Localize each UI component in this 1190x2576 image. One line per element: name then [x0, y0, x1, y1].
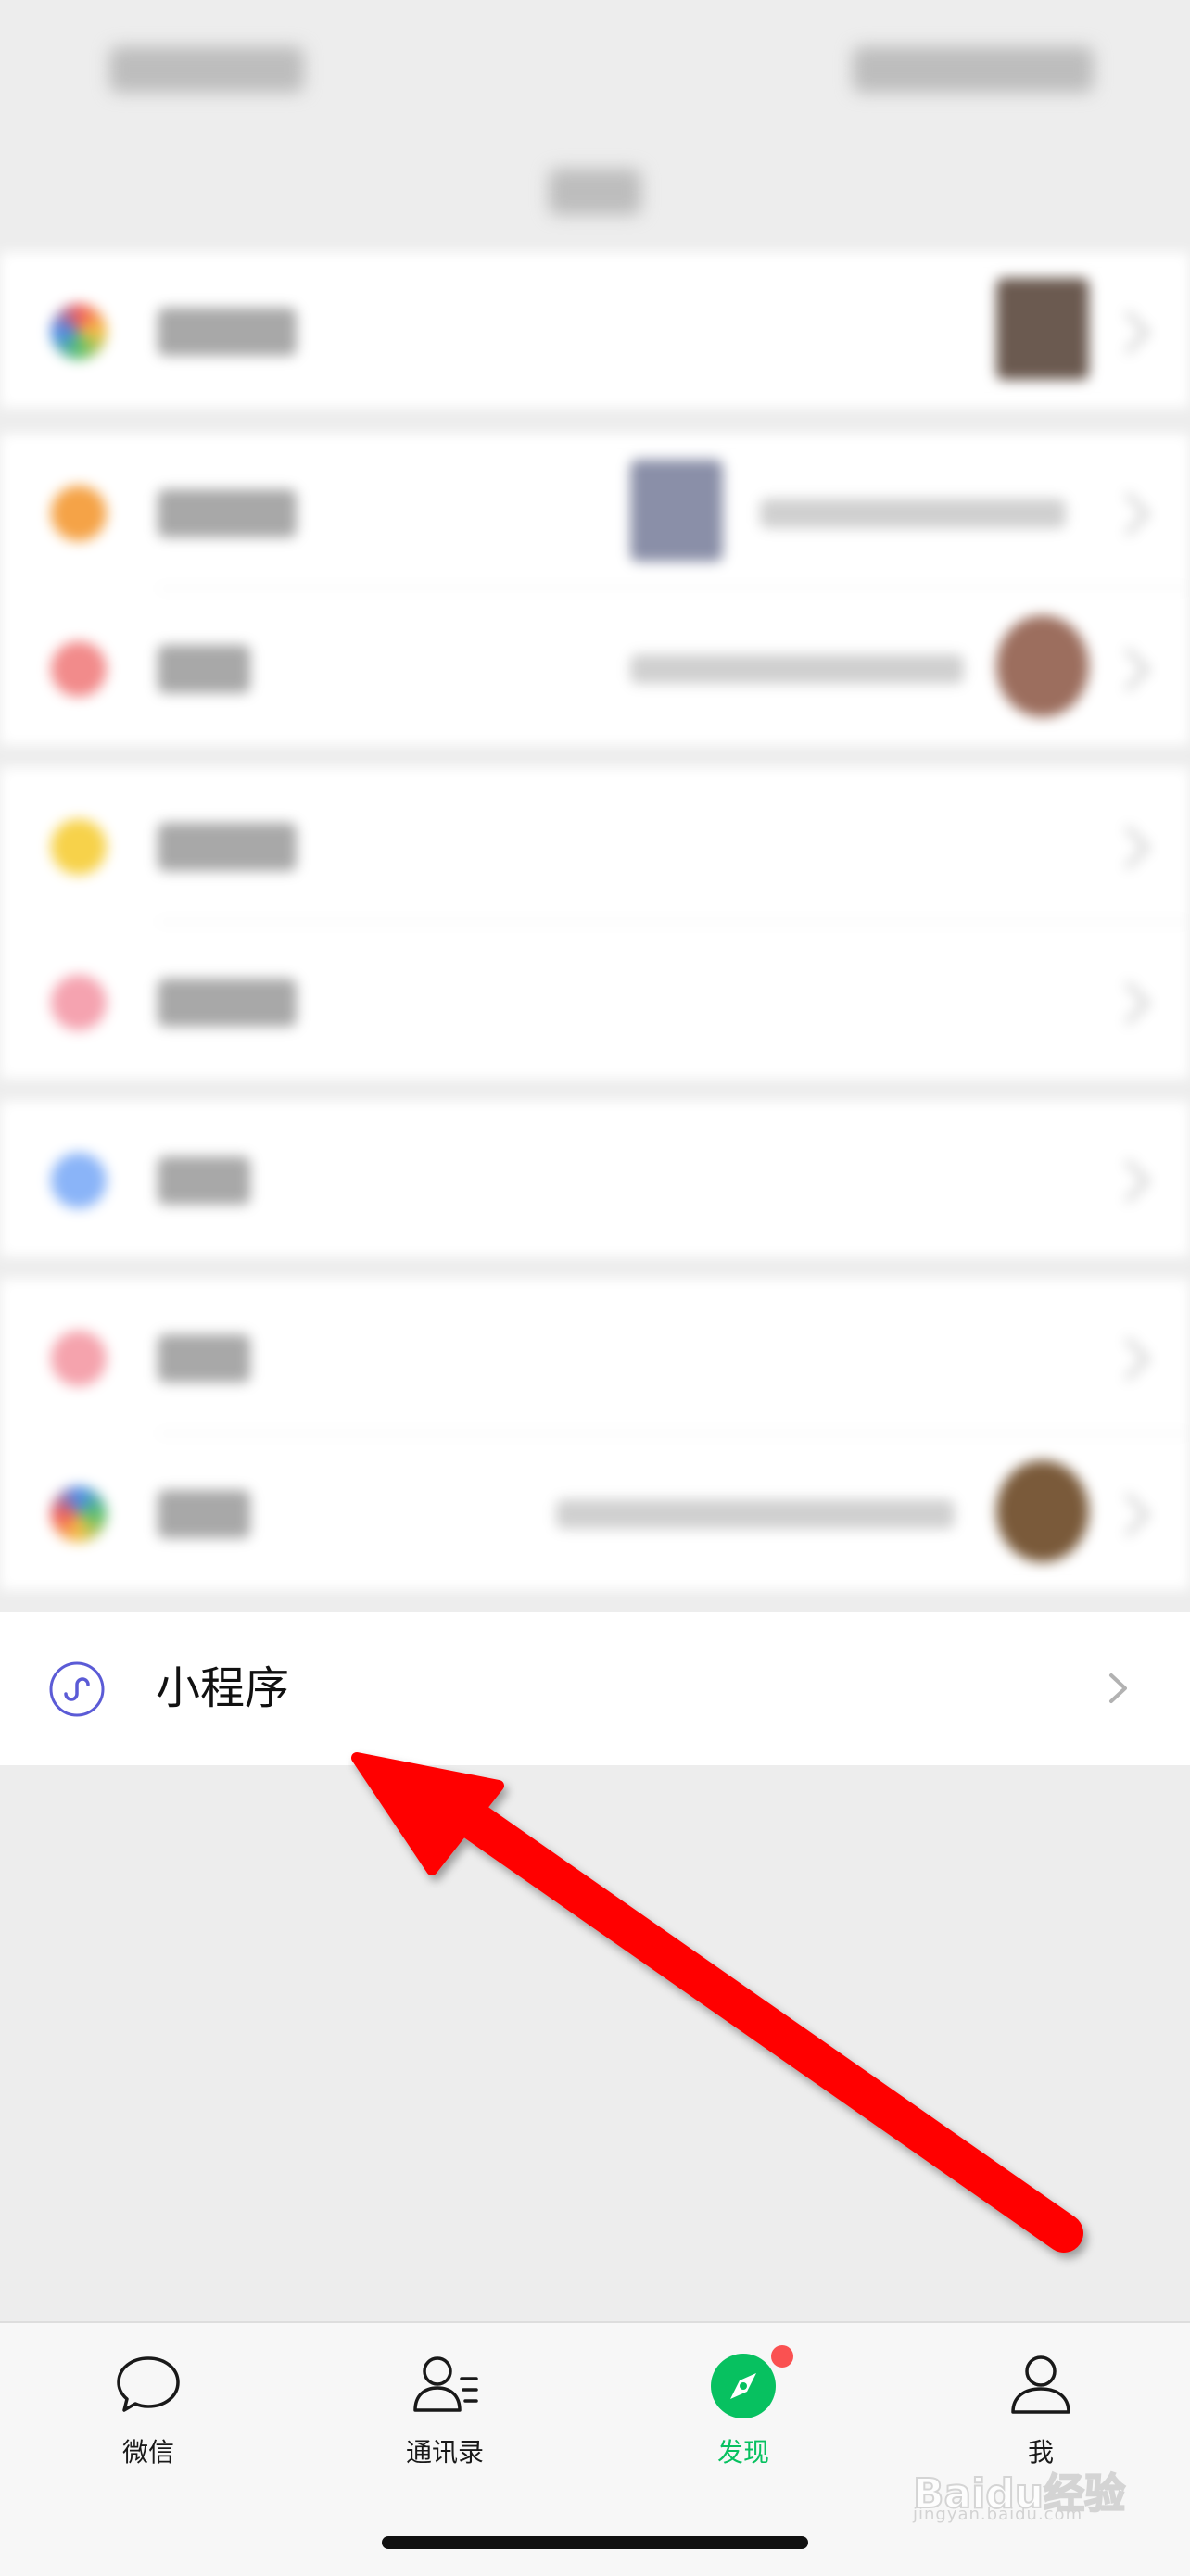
- tab-label: 发现: [716, 2437, 769, 2468]
- list-item-thumbnail: [996, 615, 1089, 717]
- list-group: [0, 767, 1190, 1079]
- status-time-blurred: [109, 46, 304, 93]
- channels-icon: [51, 486, 107, 541]
- chevron-right-icon: [1107, 1337, 1150, 1381]
- tab-contacts[interactable]: 通讯录: [352, 2351, 538, 2490]
- mini-programs-label: 小程序: [156, 1662, 290, 1714]
- mini-program-icon: [48, 1661, 106, 1718]
- chevron-right-icon: [1107, 648, 1150, 691]
- status-bar: [0, 0, 1190, 139]
- list-item-thumbnail: [630, 460, 723, 562]
- nav-title-blurred: [0, 158, 1190, 232]
- tab-discover[interactable]: 发现: [651, 2345, 836, 2490]
- list-item-label-blurred: [158, 1334, 250, 1383]
- list-item[interactable]: [0, 1101, 1190, 1256]
- tab-chats[interactable]: 微信: [56, 2351, 241, 2490]
- chevron-right-icon: [1107, 981, 1150, 1025]
- list-item[interactable]: [0, 252, 1190, 408]
- shake-icon: [51, 975, 107, 1030]
- list-item[interactable]: [0, 1434, 1190, 1590]
- chevron-right-icon: [1107, 492, 1150, 536]
- list-item[interactable]: [0, 589, 1190, 745]
- baidu-jingyan-watermark: Baidu经验 jingyan.baidu.com: [912, 2460, 1135, 2525]
- list-item-label-blurred: [158, 489, 297, 537]
- home-indicator[interactable]: [382, 2536, 808, 2549]
- chevron-right-icon: [1107, 826, 1150, 869]
- contacts-icon: [410, 2351, 480, 2421]
- watermark-url: jingyan.baidu.com: [913, 2505, 1083, 2524]
- tab-label: 微信: [121, 2437, 174, 2468]
- chevron-right-icon: [1099, 1670, 1136, 1707]
- top-stories-icon: [51, 1153, 107, 1208]
- list-group: [0, 252, 1190, 408]
- moments-icon: [51, 304, 107, 360]
- chevron-right-icon: [1107, 1159, 1150, 1203]
- games-icon: [51, 1486, 107, 1542]
- list-item-label-blurred: [158, 645, 250, 693]
- list-item-text-blurred: [760, 499, 1066, 528]
- red-arrow-annotation: [351, 1752, 1083, 2253]
- list-item-thumbnail: [996, 278, 1089, 380]
- list-group: [0, 434, 1190, 745]
- list-item-label-blurred: [158, 308, 297, 356]
- chevron-right-icon: [1107, 1493, 1150, 1536]
- list-item[interactable]: [0, 434, 1190, 589]
- chat-bubble-icon: [113, 2351, 184, 2421]
- list-item-thumbnail: [996, 1460, 1089, 1562]
- list-item-label-blurred: [158, 823, 297, 871]
- status-icons-blurred: [853, 46, 1094, 93]
- live-icon: [51, 641, 107, 697]
- list-item[interactable]: [0, 1279, 1190, 1434]
- list-item-text-blurred: [630, 654, 964, 684]
- blurred-discover-list: [0, 252, 1190, 1590]
- list-item[interactable]: [0, 923, 1190, 1079]
- list-item-label-blurred: [158, 1156, 250, 1205]
- scan-icon: [51, 819, 107, 875]
- person-icon: [1006, 2351, 1076, 2421]
- tab-label: 通讯录: [405, 2437, 484, 2468]
- list-item[interactable]: [0, 767, 1190, 923]
- list-group: [0, 1101, 1190, 1256]
- badge-dot: [771, 2345, 793, 2368]
- list-item-label-blurred: [158, 979, 297, 1027]
- chevron-right-icon: [1107, 310, 1150, 354]
- list-group: [0, 1279, 1190, 1590]
- shopping-icon: [51, 1331, 107, 1386]
- compass-icon: [708, 2351, 779, 2421]
- list-item-text-blurred: [556, 1499, 955, 1529]
- list-item-label-blurred: [158, 1490, 250, 1538]
